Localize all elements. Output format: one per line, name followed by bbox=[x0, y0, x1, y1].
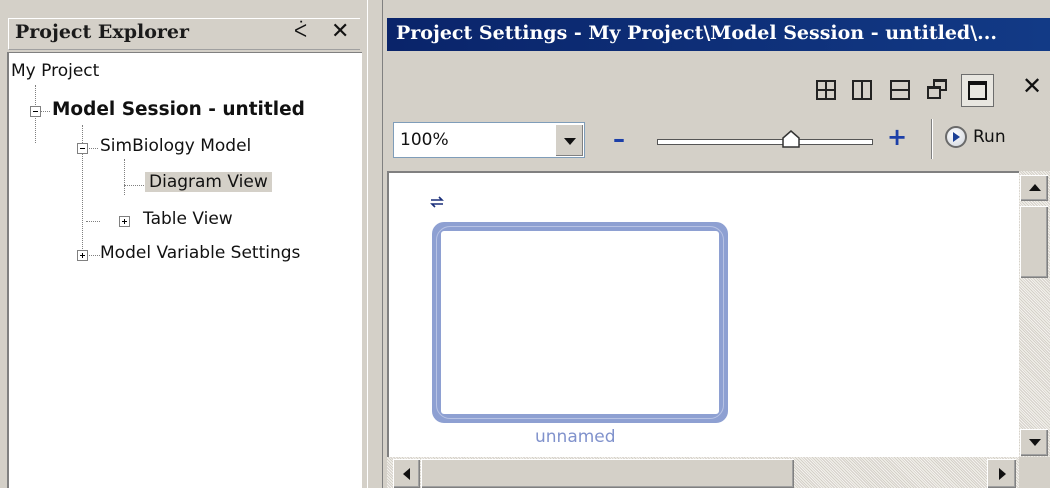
tree-item-table-view[interactable]: Table View bbox=[143, 209, 233, 229]
scroll-left-button[interactable] bbox=[393, 459, 420, 488]
window-layout-toolbar bbox=[387, 51, 1050, 103]
play-icon bbox=[945, 126, 967, 148]
horizontal-scroll-thumb[interactable] bbox=[421, 459, 794, 488]
project-tree: My Project Model Session - untitled SimB… bbox=[7, 52, 362, 488]
split-vertical-icon[interactable] bbox=[852, 80, 872, 100]
restore-window-icon[interactable] bbox=[927, 79, 947, 99]
compartment-layout-icon[interactable] bbox=[429, 196, 445, 208]
tile-layout-icon[interactable] bbox=[816, 80, 836, 100]
scroll-right-button[interactable] bbox=[987, 459, 1016, 488]
close-explorer-icon[interactable]: ✕ bbox=[331, 19, 349, 44]
split-horizontal-icon[interactable] bbox=[890, 80, 910, 100]
tree-item-model-session[interactable]: Model Session - untitled bbox=[52, 99, 305, 120]
collapse-session-icon[interactable] bbox=[30, 106, 41, 117]
tree-item-diagram-view[interactable]: Diagram View bbox=[145, 172, 272, 192]
zoom-slider-track[interactable] bbox=[657, 139, 873, 145]
zoom-select[interactable]: 100% bbox=[393, 122, 585, 158]
maximize-icon bbox=[968, 81, 987, 100]
expand-table-view-icon[interactable] bbox=[119, 216, 130, 227]
settings-title-bar: Project Settings - My Project\Model Sess… bbox=[387, 18, 1050, 51]
vertical-scroll-thumb[interactable] bbox=[1020, 206, 1048, 278]
project-explorer-title: Project Explorer bbox=[15, 21, 189, 43]
zoom-in-icon[interactable]: + bbox=[887, 123, 907, 151]
project-explorer-header: Project Explorer ᐹ ✕ bbox=[8, 18, 360, 50]
tree-item-my-project[interactable]: My Project bbox=[11, 61, 99, 81]
compartment-block[interactable] bbox=[432, 222, 728, 423]
run-button[interactable]: Run bbox=[943, 122, 1043, 158]
zoom-out-icon[interactable]: – bbox=[613, 125, 625, 153]
zoom-slider-thumb[interactable] bbox=[782, 130, 800, 148]
undock-pin-icon[interactable]: ᐹ bbox=[294, 21, 307, 42]
close-settings-icon[interactable]: ✕ bbox=[1022, 72, 1042, 100]
scrollbar-corner bbox=[1019, 457, 1050, 488]
zoom-value: 100% bbox=[400, 130, 449, 150]
tree-item-model-variable-settings[interactable]: Model Variable Settings bbox=[100, 243, 300, 263]
expand-variable-settings-icon[interactable] bbox=[77, 250, 88, 261]
scroll-up-button[interactable] bbox=[1020, 175, 1048, 201]
dropdown-arrow-icon[interactable] bbox=[555, 124, 583, 156]
tree-item-simbiology-model[interactable]: SimBiology Model bbox=[100, 136, 251, 156]
compartment-name-label[interactable]: unnamed bbox=[535, 427, 616, 447]
pane-splitter[interactable] bbox=[367, 0, 383, 488]
toolbar-separator bbox=[931, 119, 933, 159]
scroll-down-button[interactable] bbox=[1020, 429, 1048, 456]
run-label: Run bbox=[973, 127, 1006, 147]
collapse-model-icon[interactable] bbox=[77, 143, 88, 154]
settings-window-title: Project Settings - My Project\Model Sess… bbox=[396, 22, 997, 44]
